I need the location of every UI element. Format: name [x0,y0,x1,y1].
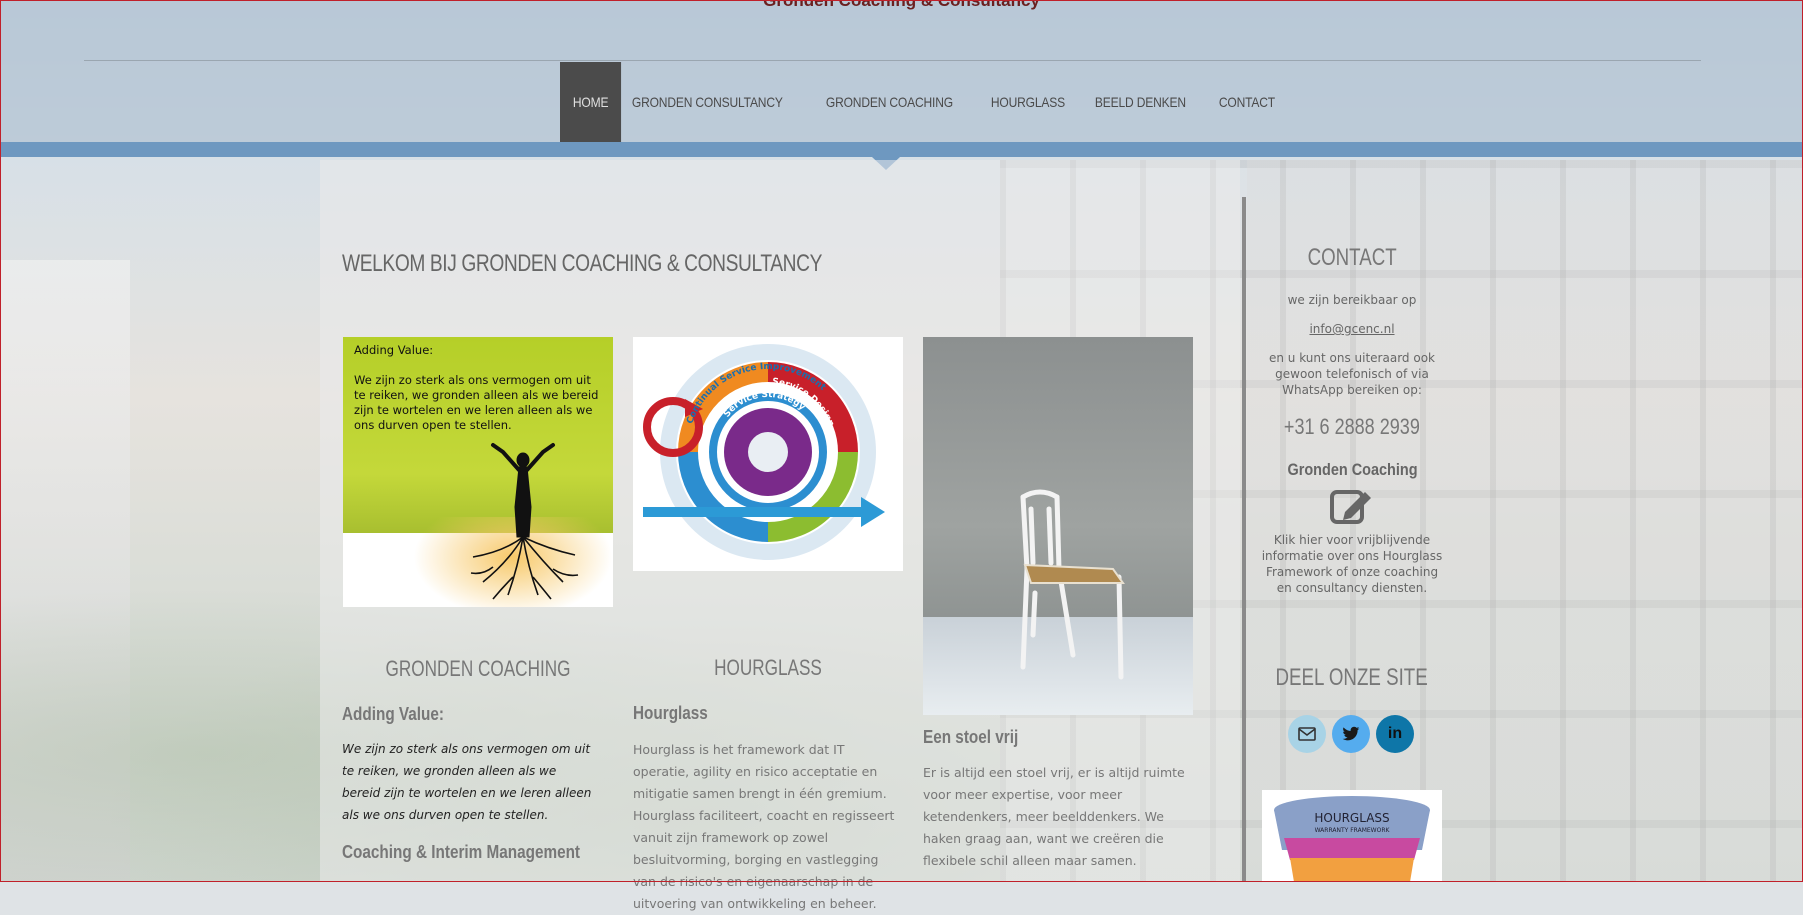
column1-subheading2: Coaching & Interim Management [342,842,581,862]
share-linkedin-button[interactable]: in [1376,715,1414,753]
nav-item-beeld-denken[interactable]: BEELD DENKEN [1082,62,1199,142]
column-heading-gronden-coaching: GRONDEN COACHING [385,656,571,681]
column3-text: Er is altijd een stoel vrij, er is altij… [923,765,1185,868]
page-title: WELKOM BIJ GRONDEN COACHING & CONSULTANC… [342,250,823,277]
lifecycle-diagram-icon: Continual Service Improvement Service De… [643,344,885,560]
main-nav: HOME GRONDEN CONSULTANCY GRONDEN COACHIN… [560,62,1289,142]
share-twitter-button[interactable] [1332,715,1370,753]
column2-text: Hourglass is het framework dat IT operat… [633,742,895,911]
chair-image[interactable] [923,337,1193,715]
nav-item-gronden-coaching[interactable]: GRONDEN COACHING [813,62,966,142]
share-mail-button[interactable] [1288,715,1326,753]
column2-subheading: Hourglass [633,703,708,723]
nav-item-gronden-consultancy[interactable]: GRONDEN CONSULTANCY [619,62,796,142]
site-title[interactable]: Gronden Coaching & Consultancy [0,0,1803,11]
sidebar-brand: Gronden Coaching [1286,460,1418,479]
sidebar-info-text[interactable]: Klik hier voor vrijblijvende informatie … [1257,532,1447,596]
linkedin-icon: in [1387,725,1403,742]
twitter-icon [1342,726,1360,741]
chair-icon [1020,489,1125,680]
sidebar-phone[interactable]: +31 6 2888 2939 [1247,414,1457,440]
sidebar-reachable-text: we zijn bereikbaar op [1287,293,1417,307]
sidebar-phone-intro: en u kunt ons uiteraard ook gewoon telef… [1268,351,1435,397]
column1-text: We zijn zo sterk als ons vermogen om uit… [342,742,592,822]
column1-subheading: Adding Value: [342,704,445,724]
nav-item-home[interactable]: HOME [560,62,622,142]
hourglass-framework-image[interactable]: HOURGLASS WARRANTY FRAMEWORK [1262,790,1442,882]
mail-icon [1298,727,1316,741]
column-heading-hourglass: HOURGLASS [714,655,822,680]
hourglass-graphic-icon: HOURGLASS WARRANTY FRAMEWORK [1274,796,1430,882]
service-lifecycle-image[interactable]: Continual Service Improvement Service De… [633,337,903,571]
tree-person-icon [470,443,579,600]
edit-icon[interactable] [1329,486,1375,526]
adding-value-image[interactable]: Adding Value: We zijn zo sterk als ons v… [343,337,613,607]
sidebar-contact-heading: CONTACT [1307,244,1397,271]
header-divider [84,60,1701,61]
nav-item-contact[interactable]: CONTACT [1206,62,1288,142]
header-accent-bar [0,142,1803,157]
sidebar-divider [1242,197,1246,882]
site-header: Gronden Coaching & Consultancy HOME GRON… [0,0,1803,142]
hourglass-image-title: HOURGLASS [1314,811,1389,825]
column3-subheading: Een stoel vrij [923,727,1019,747]
sidebar-share-heading: DEEL ONZE SITE [1275,664,1429,691]
hourglass-image-subtitle: WARRANTY FRAMEWORK [1315,827,1391,834]
nav-item-hourglass[interactable]: HOURGLASS [978,62,1078,142]
sidebar-email-link[interactable]: info@gcenc.nl [1257,321,1447,337]
